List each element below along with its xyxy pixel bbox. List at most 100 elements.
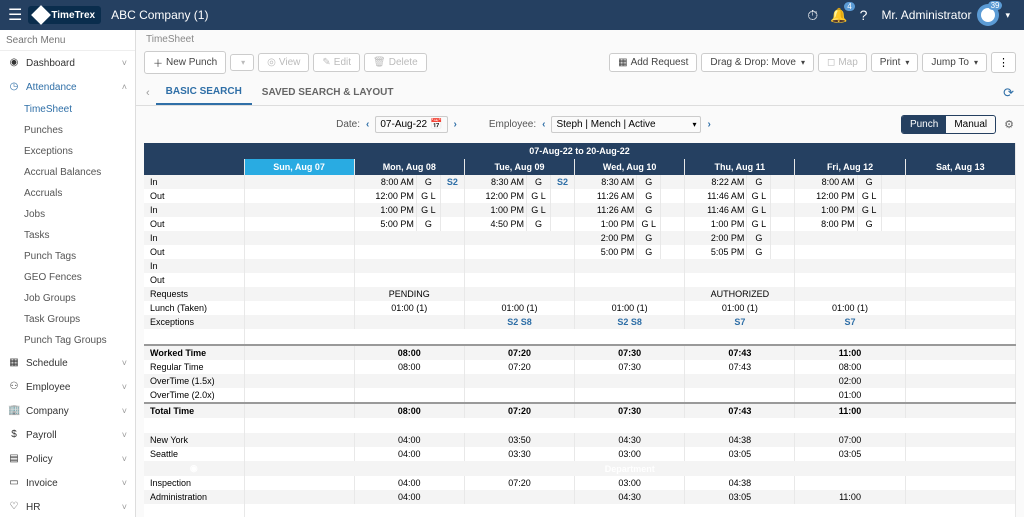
day-header[interactable]: Sat, Aug 13 <box>905 159 1015 175</box>
map-button[interactable]: ◻ Map <box>818 53 867 72</box>
sidebar-item-employee[interactable]: ⚇Employee˅ <box>0 375 135 399</box>
dashboard-icon: ◉ <box>8 57 20 69</box>
day-header[interactable]: Sun, Aug 07 <box>244 159 354 175</box>
sidebar-sub-job-groups[interactable]: Job Groups <box>0 288 135 309</box>
new-punch-dd[interactable] <box>230 54 254 71</box>
sidebar-sub-punch-tag-groups[interactable]: Punch Tag Groups <box>0 330 135 351</box>
cell: 07:43 <box>685 360 795 374</box>
date-next[interactable]: › <box>454 119 457 130</box>
add-request-button[interactable]: ▦ Add Request <box>609 53 697 72</box>
sidebar-item-policy[interactable]: ▤Policy˅ <box>0 447 135 471</box>
cell: 08:00 <box>354 360 464 374</box>
section-header[interactable]: Department <box>244 461 1016 476</box>
chevron-icon: ˅ <box>122 478 127 488</box>
cell: 08:00 <box>354 345 464 360</box>
chevron-down-icon[interactable]: ▾ <box>1005 10 1010 21</box>
punch-cell[interactable]: 5:00 PM <box>354 217 416 231</box>
sidebar-sub-geo-fences[interactable]: GEO Fences <box>0 267 135 288</box>
punch-cell[interactable]: 1:00 PM <box>575 217 637 231</box>
punch-cell[interactable]: 8:30 AM <box>464 175 526 189</box>
day-header[interactable]: Wed, Aug 10 <box>575 159 685 175</box>
avatar[interactable]: 39 <box>977 4 999 26</box>
print-button[interactable]: Print <box>871 53 919 72</box>
sidebar-sub-exceptions[interactable]: Exceptions <box>0 141 135 162</box>
section-header[interactable]: Job (9) <box>244 504 1016 517</box>
sidebar-item-company[interactable]: 🏢Company˅ <box>0 399 135 423</box>
hamburger-icon[interactable]: ☰ <box>8 5 22 25</box>
day-header[interactable]: Thu, Aug 11 <box>685 159 795 175</box>
help-icon[interactable]: ? <box>860 7 868 23</box>
emp-select[interactable]: Steph | Mench | Active <box>551 116 701 133</box>
punch-cell[interactable]: 2:00 PM <box>575 231 637 245</box>
sidebar-sub-timesheet[interactable]: TimeSheet <box>0 99 135 120</box>
punch-cell[interactable]: 8:00 AM <box>354 175 416 189</box>
punch-cell[interactable]: 2:00 PM <box>685 231 747 245</box>
row-label: Lunch (Taken) <box>144 301 244 315</box>
view-button[interactable]: ◎ View <box>258 53 309 72</box>
schedule-icon: ▦ <box>8 357 20 369</box>
more-button[interactable]: ⋮ <box>991 52 1016 73</box>
punch-cell[interactable]: 11:26 AM <box>575 203 637 217</box>
sidebar-item-hr[interactable]: ♡HR˅ <box>0 495 135 517</box>
punch-cell[interactable]: 1:00 PM <box>795 203 857 217</box>
logo[interactable]: TimeTrex <box>28 6 101 24</box>
section-header[interactable]: Accumulated Time <box>244 329 1016 345</box>
date-input[interactable]: 07-Aug-22 📅 <box>375 116 447 133</box>
date-prev[interactable]: ‹ <box>366 119 369 130</box>
sidebar-sub-tasks[interactable]: Tasks <box>0 225 135 246</box>
drag-drop-button[interactable]: Drag & Drop: Move <box>701 53 814 72</box>
breadcrumb: TimeSheet <box>136 30 1024 49</box>
punch-cell[interactable]: 1:00 PM <box>354 203 416 217</box>
edit-button[interactable]: ✎ Edit <box>313 53 360 72</box>
punch-cell[interactable]: 1:00 PM <box>685 217 747 231</box>
punch-cell[interactable]: 5:00 PM <box>575 245 637 259</box>
tab-basic[interactable]: BASIC SEARCH <box>156 80 252 105</box>
day-header[interactable]: Fri, Aug 12 <box>795 159 905 175</box>
punch-cell[interactable]: 8:22 AM <box>685 175 747 189</box>
mode-punch[interactable]: Punch <box>902 116 946 133</box>
punch-cell[interactable]: 8:30 AM <box>575 175 637 189</box>
punch-cell[interactable]: 1:00 PM <box>464 203 526 217</box>
sidebar-sub-task-groups[interactable]: Task Groups <box>0 309 135 330</box>
day-header[interactable]: Mon, Aug 08 <box>354 159 464 175</box>
sidebar-sub-accruals[interactable]: Accruals <box>0 183 135 204</box>
punch-cell[interactable]: 5:05 PM <box>685 245 747 259</box>
sidebar-item-invoice[interactable]: ▭Invoice˅ <box>0 471 135 495</box>
stopwatch-icon[interactable]: ⏱ <box>807 7 818 24</box>
punch-cell[interactable]: 12:00 PM <box>795 189 857 203</box>
punch-cell[interactable]: 8:00 PM <box>795 217 857 231</box>
new-punch-button[interactable]: ＋ New Punch <box>144 51 226 74</box>
tabs-left-icon[interactable]: ‹ <box>146 87 150 99</box>
punch-cell[interactable]: 4:50 PM <box>464 217 526 231</box>
sidebar-item-attendance[interactable]: ◷Attendance˄ <box>0 75 135 99</box>
row-label: OverTime (1.5x) <box>144 374 244 388</box>
punch-cell[interactable]: 11:26 AM <box>575 189 637 203</box>
punch-cell[interactable]: 11:46 AM <box>685 189 747 203</box>
gear-icon[interactable]: ⚙ <box>1004 118 1014 131</box>
sidebar-item-payroll[interactable]: $Payroll˅ <box>0 423 135 447</box>
refresh-icon[interactable]: ⟳ <box>1003 85 1014 101</box>
jump-button[interactable]: Jump To <box>922 53 987 72</box>
emp-prev[interactable]: ‹ <box>542 119 545 130</box>
delete-button[interactable]: 🗑 Delete <box>364 53 427 72</box>
day-header[interactable]: Tue, Aug 09 <box>464 159 574 175</box>
sidebar-sub-jobs[interactable]: Jobs <box>0 204 135 225</box>
cell <box>244 374 354 388</box>
emp-next[interactable]: › <box>707 119 710 130</box>
sidebar-sub-punch-tags[interactable]: Punch Tags <box>0 246 135 267</box>
section-header[interactable]: Branch <box>244 418 1016 433</box>
search-menu-input[interactable] <box>6 35 129 46</box>
sidebar-item-schedule[interactable]: ▦Schedule˅ <box>0 351 135 375</box>
cell <box>244 345 354 360</box>
user-name[interactable]: Mr. Administrator <box>881 8 971 22</box>
punch-cell[interactable]: 12:00 PM <box>464 189 526 203</box>
sidebar-sub-accrual-balances[interactable]: Accrual Balances <box>0 162 135 183</box>
punch-cell[interactable]: 11:46 AM <box>685 203 747 217</box>
bell-icon[interactable]: 🔔4 <box>830 7 847 24</box>
punch-cell[interactable]: 8:00 AM <box>795 175 857 189</box>
punch-cell[interactable]: 12:00 PM <box>354 189 416 203</box>
tab-saved[interactable]: SAVED SEARCH & LAYOUT <box>252 81 404 104</box>
sidebar-item-dashboard[interactable]: ◉Dashboard˅ <box>0 51 135 75</box>
sidebar-sub-punches[interactable]: Punches <box>0 120 135 141</box>
mode-manual[interactable]: Manual <box>946 116 995 133</box>
